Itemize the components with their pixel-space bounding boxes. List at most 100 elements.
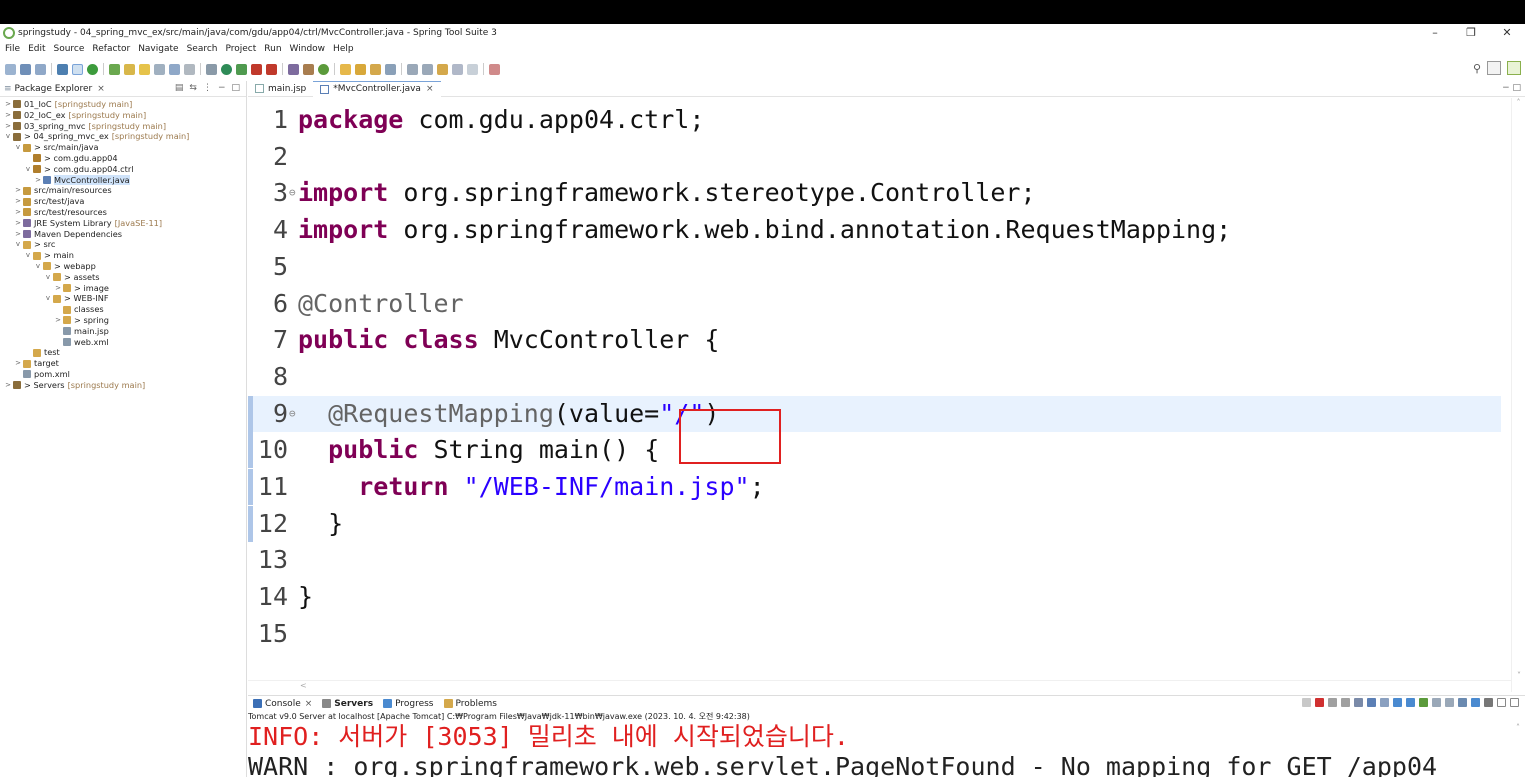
chevron-right-icon[interactable]: > <box>54 283 62 294</box>
maximize-panel-icon[interactable]: □ <box>1512 83 1521 93</box>
back-icon[interactable] <box>452 63 463 75</box>
search-icon[interactable]: ⚲ <box>1473 62 1481 75</box>
chevron-right-icon[interactable]: > <box>54 315 62 326</box>
scroll-up-icon[interactable]: ˄ <box>1511 723 1525 732</box>
tree-item[interactable]: > JRE System Library [JavaSE-11] <box>0 218 246 229</box>
tab-console[interactable]: Console × <box>248 699 317 709</box>
editor-body[interactable]: 1 package com.gdu.app04.ctrl; 2 3 ⊖ import or… <box>248 98 1525 692</box>
stop-icon[interactable] <box>251 63 262 75</box>
close-icon[interactable]: × <box>426 84 434 94</box>
chevron-down-icon[interactable]: v <box>4 131 12 142</box>
terminate-icon[interactable] <box>1315 698 1324 707</box>
tree-item[interactable]: >01_IoC [springstudy main] <box>0 99 246 110</box>
close-window-button[interactable]: ✕ <box>1489 24 1525 41</box>
tree-item[interactable]: >03_spring_mvc [springstudy main] <box>0 121 246 132</box>
tree-item[interactable]: > src/test/java <box>0 196 246 207</box>
menu-file[interactable]: File <box>0 42 24 57</box>
code-line[interactable]: 2 <box>248 139 1501 175</box>
open-task-icon[interactable] <box>355 63 366 75</box>
chevron-right-icon[interactable]: > <box>34 175 42 186</box>
tree-item[interactable]: classes <box>0 304 246 315</box>
tree-item[interactable]: pom.xml <box>0 369 246 380</box>
tree-item[interactable]: v > webapp <box>0 261 246 272</box>
code-line[interactable]: 13 <box>248 542 1501 578</box>
close-icon[interactable]: × <box>305 699 313 709</box>
block-selection-icon[interactable] <box>169 63 180 75</box>
tree-item[interactable]: > > image <box>0 283 246 294</box>
search-toolbar-icon[interactable] <box>370 63 381 75</box>
tab-main-jsp[interactable]: main.jsp <box>248 81 313 97</box>
last-edit-icon[interactable] <box>437 63 448 75</box>
chevron-down-icon[interactable]: v <box>44 272 52 283</box>
new-icon[interactable] <box>5 63 16 75</box>
code-line[interactable]: 10 public String main() { <box>248 432 1501 469</box>
pin-console-icon[interactable] <box>1406 698 1415 707</box>
new-java-project-icon[interactable] <box>288 63 299 75</box>
menu-source[interactable]: Source <box>50 42 89 57</box>
debug-icon[interactable] <box>206 63 217 75</box>
minimize-panel-icon[interactable] <box>1497 698 1506 707</box>
pin-icon[interactable] <box>124 63 135 75</box>
code-line[interactable]: 12 } <box>248 505 1501 542</box>
menu-project[interactable]: Project <box>221 42 260 57</box>
menu-navigate[interactable]: Navigate <box>134 42 182 57</box>
tab-servers[interactable]: Servers <box>317 699 378 709</box>
tree-item[interactable]: v > src/main/java <box>0 142 246 153</box>
tree-item[interactable]: v > assets <box>0 272 246 283</box>
menu-refactor[interactable]: Refactor <box>88 42 134 57</box>
restore-button[interactable]: ❐ <box>1453 24 1489 41</box>
tree-item[interactable]: > src/test/resources <box>0 207 246 218</box>
scroll-lock-icon[interactable] <box>1354 698 1363 707</box>
new-class-icon[interactable] <box>318 63 329 75</box>
tree-item[interactable]: test <box>0 347 246 358</box>
previous-annotation-icon[interactable] <box>422 63 433 75</box>
new-package-icon[interactable] <box>303 63 314 75</box>
code-line[interactable]: 6 @Controller <box>248 286 1501 322</box>
tree-item[interactable]: v > com.gdu.app04.ctrl <box>0 164 246 175</box>
toggle-icon[interactable] <box>72 63 83 75</box>
tree-item[interactable]: web.xml <box>0 337 246 348</box>
forward-icon[interactable] <box>467 63 478 75</box>
tree-item[interactable]: > target <box>0 358 246 369</box>
chevron-right-icon[interactable]: > <box>4 380 12 391</box>
pin-editor-icon[interactable] <box>489 63 500 75</box>
chevron-right-icon[interactable]: > <box>14 207 22 218</box>
spring-icon[interactable] <box>109 63 120 75</box>
word-wrap-icon[interactable] <box>1367 698 1376 707</box>
spring-perspective-icon[interactable] <box>1507 61 1521 75</box>
save-icon[interactable] <box>20 63 31 75</box>
fold-icon[interactable]: ⊖ <box>289 175 296 211</box>
tree-item[interactable]: >02_IoC_ex [springstudy main] <box>0 110 246 121</box>
menu-search[interactable]: Search <box>183 42 222 57</box>
chevron-down-icon[interactable]: v <box>34 261 42 272</box>
chevron-right-icon[interactable]: > <box>14 218 22 229</box>
show-stdout-icon[interactable] <box>1380 698 1389 707</box>
run-icon[interactable] <box>221 63 232 75</box>
minimize-panel-icon[interactable]: − <box>218 83 226 93</box>
code-line[interactable]: 15 <box>248 616 1501 652</box>
menu-edit[interactable]: Edit <box>24 42 49 57</box>
display-console-icon[interactable] <box>1419 698 1428 707</box>
code-line[interactable]: 1 package com.gdu.app04.ctrl; <box>248 102 1501 138</box>
highlight-icon[interactable] <box>139 63 150 75</box>
code-line[interactable]: 11 return "/WEB-INF/main.jsp"; <box>248 469 1501 505</box>
tree-item[interactable]: > Maven Dependencies <box>0 229 246 240</box>
annotation-icon[interactable] <box>154 63 165 75</box>
show-stderr-icon[interactable] <box>1393 698 1402 707</box>
chevron-right-icon[interactable]: > <box>14 196 22 207</box>
tree-item[interactable]: v > src <box>0 239 246 250</box>
minimize-panel-icon[interactable]: − <box>1502 83 1510 93</box>
code-line[interactable]: 8 <box>248 359 1501 395</box>
minimize-button[interactable]: – <box>1417 24 1453 41</box>
scroll-down-icon[interactable]: ˅ <box>1512 671 1525 680</box>
menu-help[interactable]: Help <box>329 42 358 57</box>
debug-server-icon[interactable] <box>1302 698 1311 707</box>
tab-problems[interactable]: Problems <box>439 699 502 709</box>
console-menu-icon[interactable] <box>1458 698 1467 707</box>
tree-item[interactable]: v > 04_spring_mvc_ex [springstudy main] <box>0 131 246 142</box>
fold-icon[interactable]: ⊖ <box>289 396 296 432</box>
chevron-down-icon[interactable]: v <box>24 250 32 261</box>
whitespace-icon[interactable] <box>184 63 195 75</box>
tab-mvccontroller-java[interactable]: *MvcController.java × <box>313 80 441 97</box>
chevron-right-icon[interactable]: > <box>14 185 22 196</box>
